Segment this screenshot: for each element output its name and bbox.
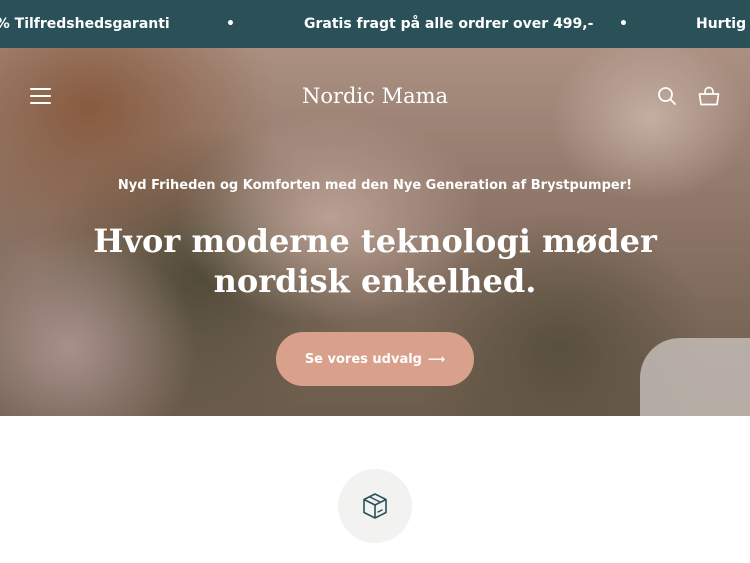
hero-headline: Hvor moderne teknologi møder nordisk enk… <box>93 222 657 300</box>
announcement-bar: 0% Tilfredshedsgaranti • Gratis fragt på… <box>0 0 750 48</box>
announcement-item: 0% Tilfredshedsgaranti <box>0 16 170 32</box>
hero-image-detail <box>640 338 750 416</box>
cta-label: Se vores udvalg <box>304 351 422 367</box>
feature-icon-badge <box>338 469 412 543</box>
announcement-item: Hurtig le <box>696 16 750 32</box>
announcement-separator: • <box>226 16 235 32</box>
announcement-separator: • <box>619 16 628 32</box>
package-box-icon <box>363 493 387 519</box>
brand-name: Nordic Mama <box>301 84 449 108</box>
search-icon[interactable] <box>657 86 677 106</box>
shop-selection-button[interactable]: Se vores udvalg ⟶ <box>276 332 474 386</box>
hero-subtitle: Nyd Friheden og Komforten med den Nye Ge… <box>117 178 633 193</box>
cart-icon[interactable] <box>698 86 720 106</box>
arrow-right-icon: ⟶ <box>427 352 446 366</box>
brand-logo[interactable]: Nordic Mama <box>0 82 750 110</box>
announcement-item: Gratis fragt på alle ordrer over 499,- <box>304 16 594 32</box>
